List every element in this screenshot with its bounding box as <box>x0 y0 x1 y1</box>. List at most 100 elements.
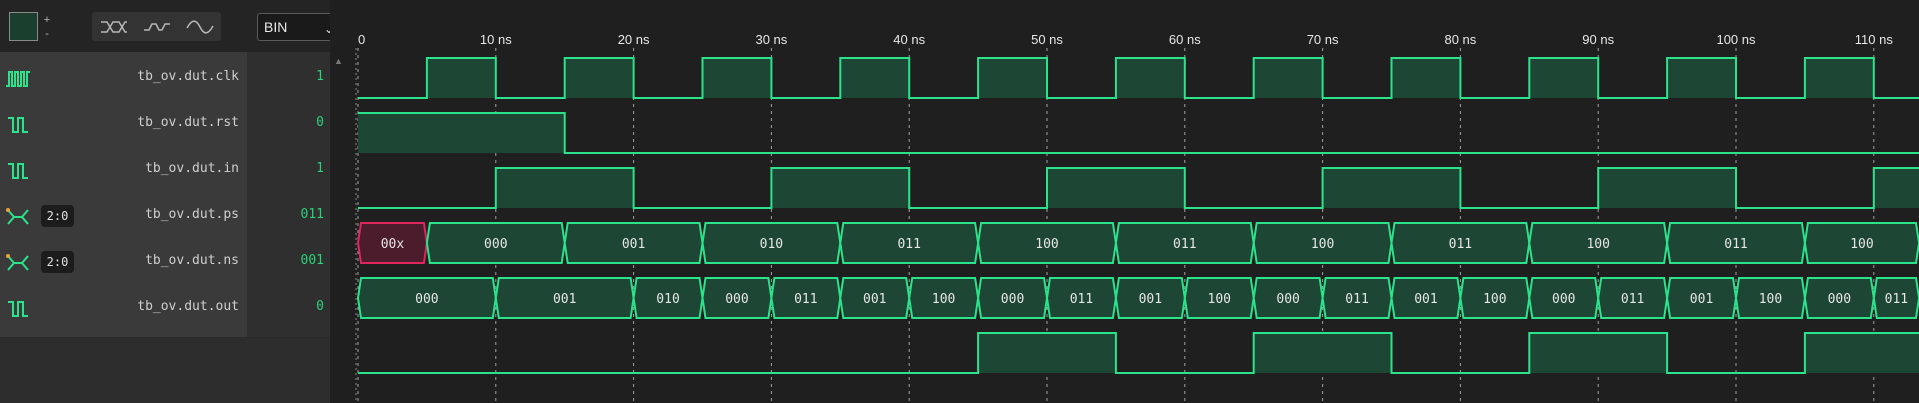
in-wave-high-fill <box>495 168 634 208</box>
ns-wave-value-label: 001 <box>1690 292 1713 307</box>
out-wave-trace <box>358 332 1919 374</box>
signal-name: tb_ov.dut.clk <box>137 69 239 84</box>
row-divider <box>0 337 330 338</box>
signal-value: 1 <box>316 161 324 176</box>
ps-wave-value-label: 100 <box>1311 237 1334 252</box>
clk-wave-high-fill <box>840 58 910 98</box>
zoom-in-button[interactable]: + <box>40 13 54 27</box>
clk-wave-high-fill <box>702 58 772 98</box>
timeline-tick-label: 100 ns <box>1716 32 1756 47</box>
render-mode-toggle <box>92 12 221 41</box>
ns-wave-value-label: 000 <box>1001 292 1024 307</box>
clk-wave-high-fill <box>1253 58 1323 98</box>
ns-wave-value-label: 011 <box>1070 292 1093 307</box>
bit-signal-icon <box>8 301 28 317</box>
signal-color-swatch[interactable] <box>9 12 38 41</box>
out-wave-high-fill <box>1529 333 1668 373</box>
clk-wave-high-fill <box>1667 58 1736 98</box>
ps-wave-value-label: 000 <box>484 237 507 252</box>
signal-name: tb_ov.dut.out <box>137 299 239 314</box>
ps-wave-value-label: 011 <box>1449 237 1472 252</box>
bus-render-icon <box>100 20 127 33</box>
waveform-canvas: 0 10 ns 20 ns 30 ns 40 ns 50 ns 60 ns 70 ns 80 n… <box>355 32 1919 403</box>
bus-signal-icon <box>6 254 29 271</box>
in-wave-high-fill <box>1873 168 1919 208</box>
ns-wave-value-label: 000 <box>1828 292 1851 307</box>
timeline-tick-label: 50 ns <box>1031 32 1063 47</box>
ns-wave-value-label: 001 <box>863 292 886 307</box>
ps-wave-value-label: 00x <box>381 237 405 252</box>
ns-wave-value-label: 001 <box>553 292 576 307</box>
ps-wave-value-label: 001 <box>622 237 645 252</box>
clk-wave-high-fill <box>1804 58 1874 98</box>
waveform-viewer[interactable]: 0 10 ns 20 ns 30 ns 40 ns 50 ns 60 ns 70 ns 80 n… <box>330 0 1919 403</box>
timeline-tick-label: 40 ns <box>893 32 925 47</box>
timeline-tick-label: 110 ns <box>1855 32 1894 47</box>
clock-signal-icon <box>6 71 30 87</box>
ns-wave-value-label: 000 <box>1276 292 1299 307</box>
timeline-tick-label: 10 ns <box>480 32 512 47</box>
bus-signal-icon <box>6 208 29 225</box>
analog-render-button[interactable] <box>178 12 221 41</box>
out-wave-high-fill <box>978 333 1116 373</box>
ns-wave-value-label: 000 <box>1552 292 1575 307</box>
step-render-button[interactable] <box>135 12 178 41</box>
clk-wave-high-fill <box>1391 58 1461 98</box>
bus-width-badge: 2:0 <box>41 251 74 273</box>
timeline-tick-label: 60 ns <box>1169 32 1201 47</box>
ps-wave-value-label: 011 <box>1173 237 1196 252</box>
in-wave-high-fill <box>1322 168 1461 208</box>
clk-wave-high-fill <box>426 58 496 98</box>
ps-wave-value-label: 100 <box>1850 237 1873 252</box>
out-wave-high-fill <box>1253 333 1392 373</box>
out-wave-high-fill <box>1804 333 1919 373</box>
signal-value: 0 <box>316 299 324 314</box>
timeline-tick-label: 70 ns <box>1307 32 1339 47</box>
ns-wave-value-label: 011 <box>1885 292 1908 307</box>
bus-render-button[interactable] <box>92 12 135 41</box>
in-wave-high-fill <box>1047 168 1185 208</box>
ns-wave-value-label: 011 <box>1345 292 1368 307</box>
ps-wave-value-label: 011 <box>897 237 920 252</box>
signal-value: 0 <box>316 115 324 130</box>
timeline-tick-label: 30 ns <box>755 32 787 47</box>
signal-name: tb_ov.dut.ns <box>145 253 239 268</box>
step-wave-icon <box>143 22 170 31</box>
ns-wave-value-label: 001 <box>1414 292 1437 307</box>
signal-name: tb_ov.dut.rst <box>137 115 239 130</box>
timeline-tick-label: 20 ns <box>618 32 650 47</box>
ns-wave-value-label: 000 <box>415 292 438 307</box>
timeline-tick-label: 90 ns <box>1582 32 1614 47</box>
scroll-up-icon[interactable]: ▲ <box>334 56 343 66</box>
ns-wave-value-label: 001 <box>1139 292 1162 307</box>
ns-wave-value-label: 100 <box>932 292 955 307</box>
radix-select[interactable]: BIN ⌄ <box>257 13 341 41</box>
clk-wave-high-fill <box>978 58 1047 98</box>
timeline-tick-label: 0 <box>358 32 365 47</box>
ns-wave-value-label: 010 <box>656 292 679 307</box>
signal-name: tb_ov.dut.in <box>145 161 239 176</box>
timeline-tick-label: 80 ns <box>1444 32 1476 47</box>
in-wave-high-fill <box>1598 168 1736 208</box>
signal-list: tb_ov.dut.clk 1 tb_ov.dut.rst 0 tb_ov.dut.in… <box>0 52 330 403</box>
signal-name: tb_ov.dut.ps <box>145 207 239 222</box>
signal-value-cell: 0 <box>247 282 330 337</box>
ps-wave-value-label: 100 <box>1035 237 1058 252</box>
signal-name-cell: tb_ov.dut.out <box>0 282 247 337</box>
signal-row[interactable]: tb_ov.dut.out 0 <box>0 282 330 338</box>
ns-wave-value-label: 100 <box>1208 292 1231 307</box>
signal-value: 011 <box>300 207 324 222</box>
bit-signal-icon <box>8 163 28 179</box>
bus-width-badge: 2:0 <box>41 205 74 227</box>
ps-wave-value-label: 011 <box>1724 237 1747 252</box>
in-wave-high-fill <box>771 168 910 208</box>
ns-wave-value-label: 011 <box>794 292 817 307</box>
sine-wave-icon <box>185 19 214 34</box>
zoom-out-button[interactable]: - <box>40 27 54 41</box>
ps-wave-value-label: 010 <box>760 237 783 252</box>
clk-wave-high-fill <box>564 58 634 98</box>
ps-wave-value-label: 100 <box>1586 237 1609 252</box>
ns-wave-value-label: 100 <box>1759 292 1782 307</box>
signal-value: 1 <box>316 69 324 84</box>
bit-signal-icon <box>8 117 28 133</box>
